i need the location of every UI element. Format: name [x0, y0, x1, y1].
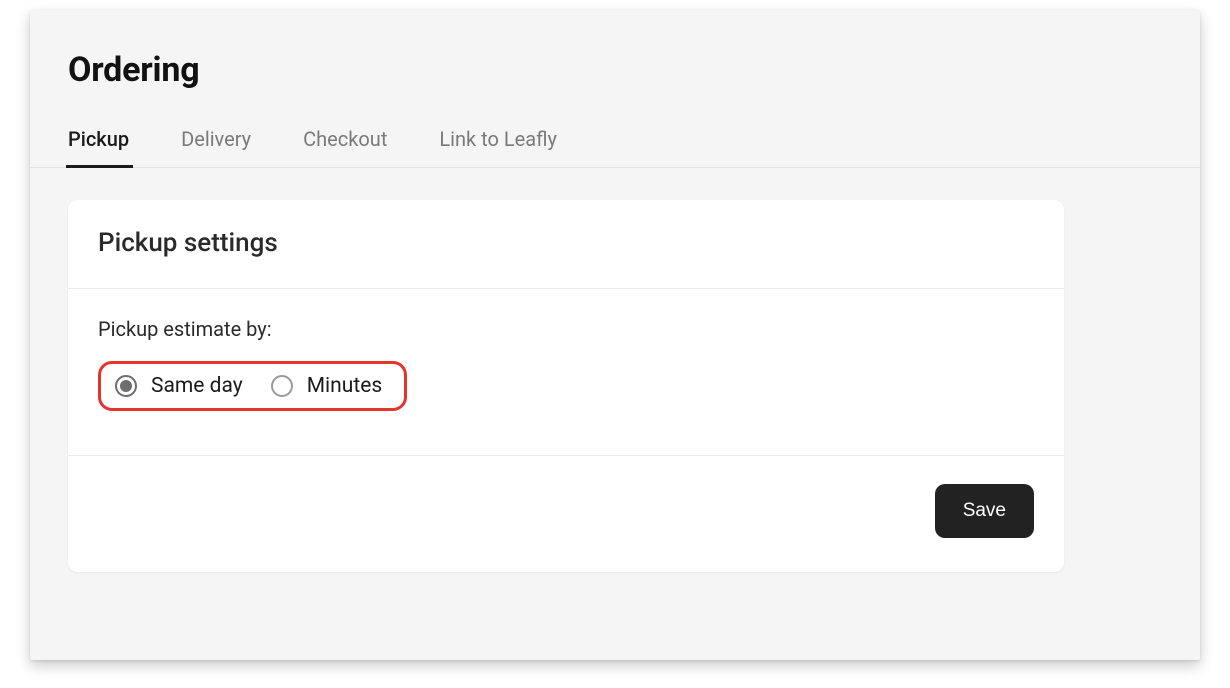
card-header: Pickup settings [68, 200, 1064, 288]
highlight-annotation: Same day Minutes [98, 361, 407, 411]
ordering-panel: Ordering Pickup Delivery Checkout Link t… [30, 10, 1200, 660]
card-footer: Save [68, 456, 1064, 572]
pickup-settings-card: Pickup settings Pickup estimate by: Same… [68, 200, 1064, 572]
radio-icon [271, 375, 293, 397]
page-title: Ordering [68, 50, 199, 90]
pickup-estimate-label: Pickup estimate by: [98, 317, 1034, 341]
radio-icon [115, 375, 137, 397]
radio-same-day[interactable]: Same day [115, 374, 243, 398]
radio-label: Minutes [307, 374, 382, 398]
tab-delivery[interactable]: Delivery [181, 127, 251, 167]
tab-label: Checkout [303, 127, 387, 151]
tab-label: Link to Leafly [439, 127, 557, 151]
tab-label: Delivery [181, 127, 251, 151]
radio-minutes[interactable]: Minutes [271, 374, 382, 398]
ordering-tabs: Pickup Delivery Checkout Link to Leafly [30, 110, 1200, 168]
card-body: Pickup estimate by: Same day Minutes [68, 289, 1064, 455]
tab-checkout[interactable]: Checkout [303, 127, 387, 167]
tab-link-to-leafly[interactable]: Link to Leafly [439, 127, 557, 167]
save-button[interactable]: Save [935, 484, 1034, 538]
radio-label: Same day [151, 374, 243, 398]
tab-label: Pickup [68, 127, 129, 151]
tab-pickup[interactable]: Pickup [68, 127, 129, 167]
